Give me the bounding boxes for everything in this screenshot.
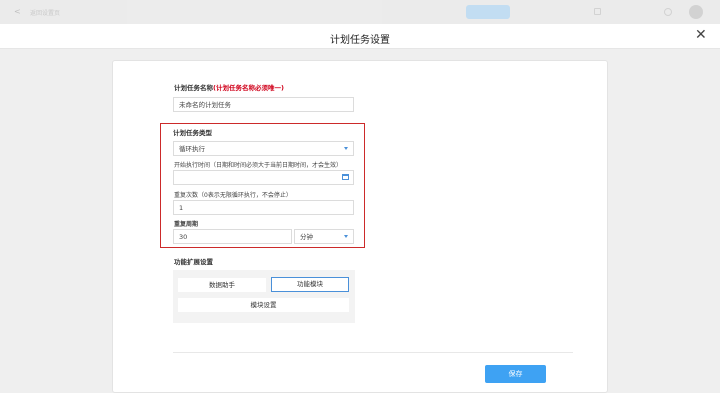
chevron-down-icon xyxy=(344,147,348,150)
task-type-label: 计划任务类型 xyxy=(173,129,212,137)
task-name-input[interactable]: 未命名的计划任务 xyxy=(173,97,354,112)
calendar-icon[interactable] xyxy=(342,174,349,180)
task-name-label-text: 计划任务名称 xyxy=(174,84,213,92)
dialog-title: 计划任务设置 xyxy=(330,35,390,46)
data-helper-button[interactable]: 数据助手 xyxy=(178,278,266,292)
task-name-label: 计划任务名称(计划任务名称必须唯一) xyxy=(174,82,284,92)
dialog-header: 计划任务设置 ✕ xyxy=(0,24,720,49)
start-time-label: 开始执行时间（日期和时间必须大于当前日期时间，才会生效） xyxy=(174,162,343,169)
background-action-text[interactable] xyxy=(530,7,576,17)
start-time-input[interactable] xyxy=(173,170,354,185)
footer-divider xyxy=(173,352,573,353)
background-circle-icon[interactable] xyxy=(664,8,672,16)
task-type-value: 循环执行 xyxy=(179,145,205,153)
repeat-period-label: 重复周期 xyxy=(174,221,199,228)
repeat-period-unit-value: 分钟 xyxy=(300,233,313,241)
repeat-period-input[interactable]: 30 xyxy=(173,229,292,244)
extension-settings-label: 功能扩展设置 xyxy=(174,258,213,266)
background-top-bar: < 返回设置页 xyxy=(0,0,720,24)
background-page-title: 返回设置页 xyxy=(30,10,61,17)
save-button[interactable]: 保存 xyxy=(485,365,546,383)
task-name-required-note: (计划任务名称必须唯一) xyxy=(213,84,284,92)
back-arrow-icon[interactable]: < xyxy=(14,7,21,16)
background-square-icon[interactable] xyxy=(594,8,601,15)
repeat-period-unit-select[interactable]: 分钟 xyxy=(294,229,354,244)
chevron-down-icon xyxy=(344,235,348,238)
background-action-pill[interactable] xyxy=(466,5,510,19)
close-icon[interactable]: ✕ xyxy=(695,28,707,42)
module-settings-button[interactable]: 模块设置 xyxy=(178,298,349,312)
repeat-count-label: 重复次数（0表示无限循环执行，不会停止） xyxy=(174,192,292,199)
avatar[interactable] xyxy=(689,5,703,19)
function-module-button[interactable]: 功能模块 xyxy=(271,277,349,292)
task-type-select[interactable]: 循环执行 xyxy=(173,141,354,156)
repeat-count-input[interactable]: 1 xyxy=(173,200,354,215)
